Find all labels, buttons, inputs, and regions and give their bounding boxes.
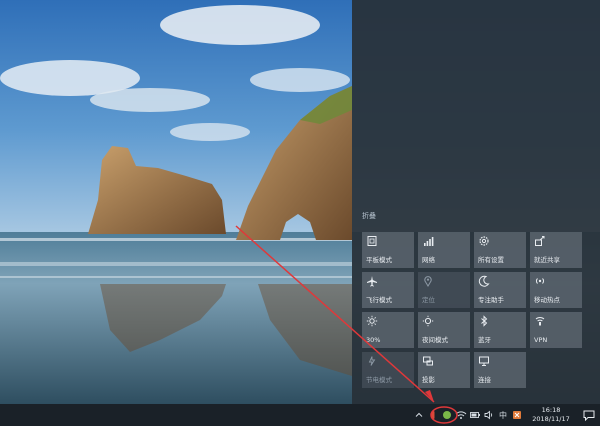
tile-project[interactable]: 投影 — [418, 352, 470, 388]
ime-indicator[interactable]: 中 — [496, 404, 510, 426]
tile-label: 所有设置 — [478, 256, 504, 264]
tile-brightness[interactable]: 30% — [362, 312, 414, 348]
tile-all-settings[interactable]: 所有设置 — [474, 232, 526, 268]
brightness-icon — [366, 315, 378, 327]
tile-location[interactable]: 定位 — [418, 272, 470, 308]
hotspot-icon — [534, 275, 546, 287]
bluetooth-icon — [478, 315, 490, 327]
moon-icon — [478, 275, 490, 287]
project-icon — [422, 355, 434, 367]
tile-label: 移动热点 — [534, 296, 560, 304]
ime-label: 中 — [499, 410, 507, 420]
tile-mobile-hotspot[interactable]: 移动热点 — [530, 272, 582, 308]
tile-label: 就近共享 — [534, 256, 560, 264]
tile-nearby-share[interactable]: 就近共享 — [530, 232, 582, 268]
taskbar: 中 16:18 2018/11/17 — [0, 404, 600, 426]
tile-vpn[interactable]: VPN — [530, 312, 582, 348]
tile-label: 连接 — [478, 376, 491, 384]
clock-time: 16:18 — [541, 406, 561, 414]
action-center-button[interactable] — [578, 404, 600, 426]
battery-icon[interactable] — [468, 404, 482, 426]
clock-date: 2018/11/17 — [532, 415, 570, 423]
action-center-panel: 折叠 平板模式 网络 所有设置 就近共享 飞行模式 定位 专注助手 移动热点 3… — [352, 0, 600, 404]
app-tray-icon-green[interactable] — [440, 404, 454, 426]
night-light-icon — [422, 315, 434, 327]
tile-label: VPN — [534, 336, 548, 344]
tile-label: 夜间模式 — [422, 336, 448, 344]
tile-label: 网络 — [422, 256, 435, 264]
location-icon — [422, 275, 434, 287]
tile-label: 投影 — [422, 376, 435, 384]
tile-night-light[interactable]: 夜间模式 — [418, 312, 470, 348]
tile-network[interactable]: 网络 — [418, 232, 470, 268]
settings-gear-icon — [478, 235, 490, 247]
tile-label: 蓝牙 — [478, 336, 491, 344]
taskbar-clock[interactable]: 16:18 2018/11/17 — [528, 406, 574, 424]
tile-focus-assist[interactable]: 专注助手 — [474, 272, 526, 308]
system-tray: 中 16:18 2018/11/17 — [412, 404, 600, 426]
app-tray-icon-orange[interactable] — [510, 404, 524, 426]
tile-label: 飞行模式 — [366, 296, 392, 304]
wifi-icon[interactable] — [454, 404, 468, 426]
airplane-icon — [366, 275, 378, 287]
tile-battery-saver[interactable]: 节电模式 — [362, 352, 414, 388]
volume-icon[interactable] — [482, 404, 496, 426]
battery-saver-icon — [366, 355, 378, 367]
tile-connect[interactable]: 连接 — [474, 352, 526, 388]
tile-airplane-mode[interactable]: 飞行模式 — [362, 272, 414, 308]
tile-label: 节电模式 — [366, 376, 392, 384]
collapse-link[interactable]: 折叠 — [362, 211, 376, 221]
network-icon — [422, 235, 434, 247]
app-tray-icon-red[interactable] — [426, 404, 440, 426]
tile-label: 专注助手 — [478, 296, 504, 304]
chevron-up-icon[interactable] — [412, 404, 426, 426]
tile-label: 30% — [366, 336, 381, 344]
tile-label: 定位 — [422, 296, 435, 304]
nearby-share-icon — [534, 235, 546, 247]
tile-bluetooth[interactable]: 蓝牙 — [474, 312, 526, 348]
tile-tablet-mode[interactable]: 平板模式 — [362, 232, 414, 268]
tablet-mode-icon — [366, 235, 378, 247]
vpn-icon — [534, 315, 546, 327]
connect-icon — [478, 355, 490, 367]
quick-actions-grid: 平板模式 网络 所有设置 就近共享 飞行模式 定位 专注助手 移动热点 30% … — [362, 232, 592, 388]
tile-label: 平板模式 — [366, 256, 392, 264]
